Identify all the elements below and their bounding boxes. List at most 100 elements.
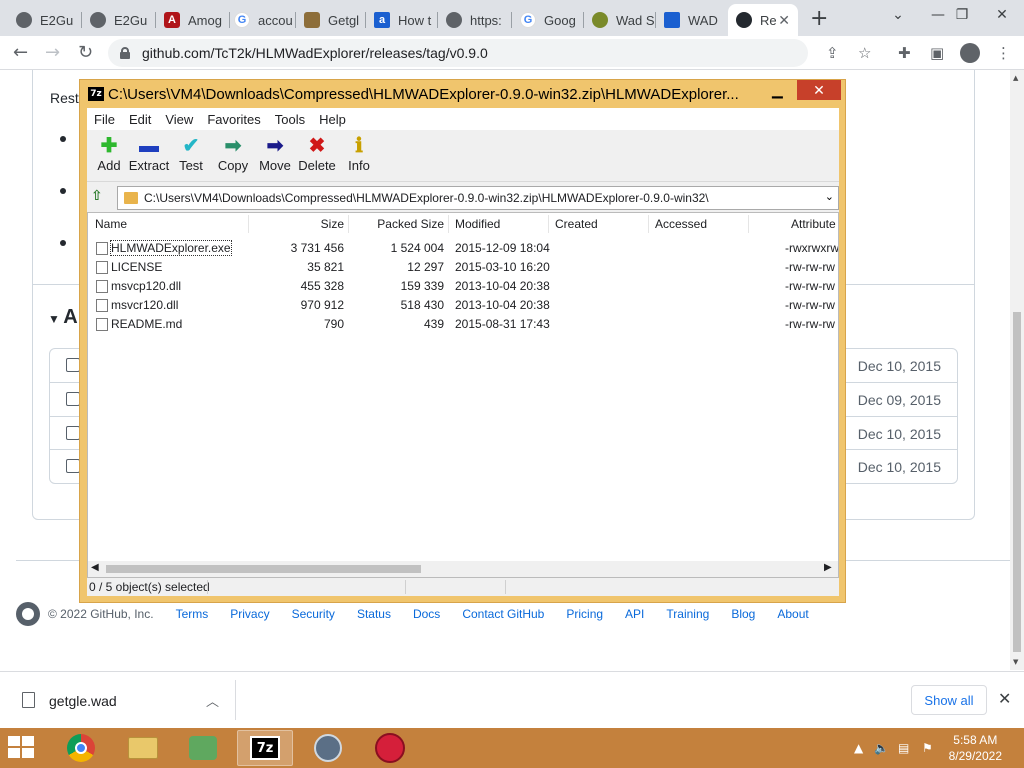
network-icon[interactable]: ▤ [898, 741, 909, 755]
menu-favorites[interactable]: Favorites [200, 112, 267, 127]
minimize-icon[interactable]: ▁ [772, 82, 783, 99]
tab-3[interactable]: A Amog [156, 4, 230, 36]
file-row[interactable]: msvcp120.dll 455 328 159 339 2013-10-04 … [88, 277, 838, 296]
extract-button[interactable]: ▬ Extract [127, 134, 171, 178]
clock[interactable]: 5:58 AM 8/29/2022 [949, 732, 1002, 764]
scrollbar-thumb[interactable] [1013, 312, 1021, 652]
volume-icon[interactable]: 🔈 [874, 741, 889, 755]
file-row[interactable]: msvcr120.dll 970 912 518 430 2013-10-04 … [88, 296, 838, 315]
tab-active-release[interactable]: Re ✕ [728, 4, 798, 36]
menu-view[interactable]: View [158, 112, 200, 127]
restore-icon[interactable]: ❐ [942, 0, 982, 30]
tab-search-chevron-icon[interactable]: ⌄ [878, 0, 918, 30]
test-button[interactable]: ✔ Test [169, 134, 213, 178]
add-button[interactable]: ✚ Add [87, 134, 131, 178]
scroll-down-arrow-icon[interactable]: ▼ [1013, 658, 1018, 666]
tab-4[interactable]: Gaccou [226, 4, 296, 36]
col-accessed[interactable]: Accessed [655, 217, 707, 231]
sevenzip-titlebar[interactable]: 7z C:\Users\VM4\Downloads\Compressed\HLM… [80, 80, 845, 108]
reload-icon[interactable]: ↻ [78, 42, 93, 63]
col-name[interactable]: Name [95, 217, 127, 231]
file-row[interactable]: HLMWADExplorer.exe 3 731 456 1 524 004 2… [88, 239, 838, 258]
github-logo-icon[interactable] [16, 602, 40, 626]
extensions-icon[interactable]: ✚ [898, 44, 911, 62]
scroll-right-arrow-icon[interactable]: ▶ [824, 562, 832, 573]
file-list-hscrollbar[interactable]: ◀ ▶ [88, 561, 838, 577]
scrollbar-thumb[interactable] [106, 565, 421, 573]
tray-expand-icon[interactable]: ▲ [854, 741, 863, 755]
tab-1[interactable]: E2Gu [8, 4, 82, 36]
menu-kebab-icon[interactable]: ⋮ [996, 44, 1011, 62]
footer-link-blog[interactable]: Blog [731, 607, 755, 621]
footer-link-contact[interactable]: Contact GitHub [462, 607, 544, 621]
forward-icon[interactable]: → [45, 42, 60, 63]
tab-10[interactable]: WAD [656, 4, 728, 36]
share-icon[interactable]: ⇪ [826, 44, 839, 62]
back-icon[interactable]: ← [13, 42, 28, 63]
download-filename[interactable]: getgle.wad [49, 693, 117, 709]
app-circle-icon[interactable] [300, 730, 356, 766]
col-attributes[interactable]: Attribute [791, 217, 836, 231]
show-all-button[interactable]: Show all [911, 685, 987, 715]
footer-link-pricing[interactable]: Pricing [566, 607, 603, 621]
menu-edit[interactable]: Edit [122, 112, 158, 127]
column-separator[interactable] [748, 215, 749, 233]
chrome-icon[interactable] [53, 730, 109, 766]
scroll-up-arrow-icon[interactable]: ▲ [1013, 74, 1018, 82]
column-separator[interactable] [648, 215, 649, 233]
copy-button[interactable]: ➡ Copy [211, 134, 255, 178]
close-tab-icon[interactable]: ✕ [778, 12, 790, 29]
new-tab-button[interactable]: + [810, 6, 828, 31]
windows-start-icon[interactable] [8, 736, 36, 760]
footer-link-about[interactable]: About [777, 607, 808, 621]
address-bar[interactable]: github.com/TcT2k/HLMWadExplorer/releases… [108, 39, 808, 67]
scroll-left-arrow-icon[interactable]: ◀ [91, 562, 99, 573]
path-combobox[interactable]: C:\Users\VM4\Downloads\Compressed\HLMWAD… [117, 186, 839, 210]
profile-avatar-icon[interactable] [960, 43, 980, 63]
page-scrollbar[interactable]: ▲ ▼ [1010, 70, 1024, 670]
close-icon[interactable]: ✕ [998, 689, 1011, 709]
app-red-icon[interactable] [362, 730, 418, 766]
footer-link-status[interactable]: Status [357, 607, 391, 621]
move-button[interactable]: ➡ Move [253, 134, 297, 178]
delete-button[interactable]: ✖ Delete [295, 134, 339, 178]
footer-link-api[interactable]: API [625, 607, 644, 621]
col-size[interactable]: Size [288, 217, 344, 231]
tab-7[interactable]: https: [438, 4, 512, 36]
footer-link-terms[interactable]: Terms [176, 607, 209, 621]
side-panel-icon[interactable]: ▣ [930, 44, 944, 62]
people-icon[interactable] [175, 730, 231, 766]
close-window-icon[interactable]: ✕ [797, 80, 841, 100]
menu-file[interactable]: File [87, 112, 122, 127]
info-button[interactable]: ℹ Info [337, 134, 381, 178]
menu-help[interactable]: Help [312, 112, 353, 127]
col-packed-size[interactable]: Packed Size [358, 217, 444, 231]
flag-icon[interactable]: ⚑ [922, 741, 933, 755]
footer-link-docs[interactable]: Docs [413, 607, 440, 621]
assets-heading[interactable]: ▼ A [48, 306, 78, 329]
file-explorer-icon[interactable] [115, 730, 171, 766]
col-created[interactable]: Created [555, 217, 598, 231]
tab-9[interactable]: Wad S [584, 4, 656, 36]
menu-tools[interactable]: Tools [268, 112, 312, 127]
column-separator[interactable] [448, 215, 449, 233]
column-separator[interactable] [548, 215, 549, 233]
chevron-up-icon[interactable]: ︿ [206, 691, 219, 710]
bookmark-star-icon[interactable]: ☆ [858, 44, 871, 62]
tab-6[interactable]: a How t [366, 4, 438, 36]
column-separator[interactable] [348, 215, 349, 233]
column-separator[interactable] [248, 215, 249, 233]
col-modified[interactable]: Modified [455, 217, 500, 231]
tab-5[interactable]: Getgl [296, 4, 366, 36]
footer-link-privacy[interactable]: Privacy [230, 607, 269, 621]
close-window-icon[interactable]: ✕ [982, 0, 1022, 30]
file-row[interactable]: README.md 790 439 2015-08-31 17:43 -rw-r… [88, 315, 838, 334]
footer-link-security[interactable]: Security [292, 607, 335, 621]
chevron-down-icon[interactable]: ⌄ [825, 190, 834, 203]
tab-8[interactable]: G Goog [512, 4, 584, 36]
folder-up-icon[interactable]: ⇧ [91, 188, 109, 206]
footer-link-training[interactable]: Training [666, 607, 709, 621]
7zip-icon[interactable]: 7z [237, 730, 293, 766]
tab-2[interactable]: E2Gu [82, 4, 156, 36]
file-row[interactable]: LICENSE 35 821 12 297 2015-03-10 16:20 -… [88, 258, 838, 277]
